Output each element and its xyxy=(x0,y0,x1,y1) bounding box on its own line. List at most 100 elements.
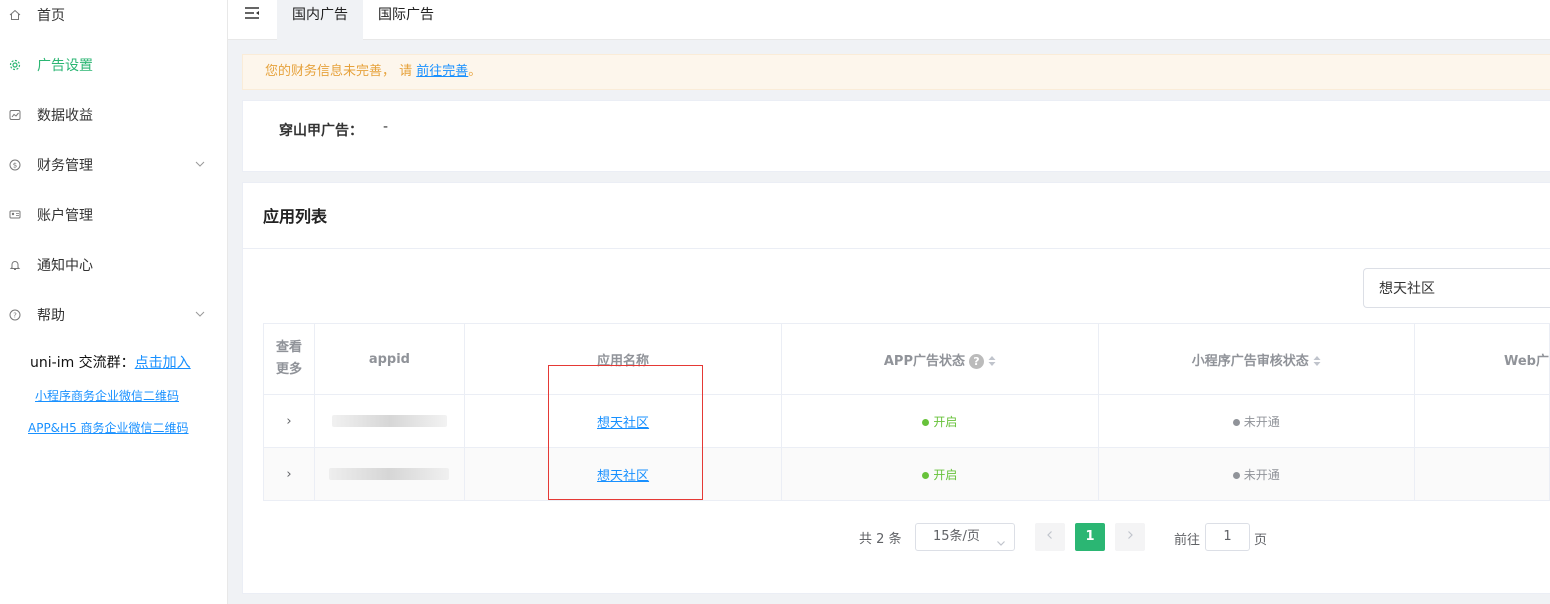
status-text: 未开通 xyxy=(1243,414,1280,429)
sidebar-item-ad-settings[interactable]: 广告设置 xyxy=(0,40,228,90)
chevron-down-icon xyxy=(996,532,1006,546)
next-page-button[interactable] xyxy=(1115,523,1145,551)
sidebar-item-label: 首页 xyxy=(37,8,65,24)
money-icon: $ xyxy=(8,158,22,172)
appid-redacted xyxy=(331,415,447,427)
complete-finance-link[interactable]: 前往完善 xyxy=(416,64,468,79)
pangolin-value: - xyxy=(383,119,389,135)
gear-icon xyxy=(8,58,22,72)
app-search-input[interactable] xyxy=(1363,268,1550,308)
tab-domestic-ads[interactable]: 国内广告 xyxy=(277,0,363,40)
status-badge: 未开通 xyxy=(1232,467,1280,482)
status-badge: 未开通 xyxy=(1232,414,1280,429)
page-size-value: 15条/页 xyxy=(933,529,980,544)
status-dot xyxy=(1232,471,1240,479)
status-badge: 开启 xyxy=(922,468,957,482)
app-name-cell: 想天社区 xyxy=(463,447,783,501)
appid-cell xyxy=(313,447,465,501)
app-name-link[interactable]: 想天社区 xyxy=(597,416,649,431)
svg-text:$: $ xyxy=(13,162,17,170)
page-number-current[interactable]: 1 xyxy=(1075,523,1105,551)
sidebar-item-label: 帮助 xyxy=(37,308,65,324)
question-icon[interactable]: ? xyxy=(968,353,984,369)
sidebar-item-data-revenue[interactable]: 数据收益 xyxy=(0,90,228,140)
page-size-select[interactable]: 15条/页 xyxy=(915,523,1015,551)
tab-international-ads[interactable]: 国际广告 xyxy=(363,0,449,40)
table-row: › 想天社区 开启 未开通 xyxy=(263,394,1550,448)
appid-cell xyxy=(313,394,465,448)
sidebar: 首页 广告设置 数据收益 $ 财务管理 账户管理 通知中心 ? 帮助 uni-i… xyxy=(0,0,228,604)
qq-group-line: uni-im 交流群：点击加入 xyxy=(30,352,191,372)
col-header-label: 查看更多 xyxy=(275,340,302,377)
prev-page-button[interactable] xyxy=(1035,523,1065,551)
expand-row-cell[interactable]: › xyxy=(263,447,315,501)
web-ad-status-cell xyxy=(1413,447,1550,501)
web-ad-status-cell xyxy=(1413,394,1550,448)
col-header-app-name: 应用名称 xyxy=(463,323,783,395)
col-header-web-ad-status: Web广 xyxy=(1413,323,1550,395)
sidebar-item-help[interactable]: ? 帮助 xyxy=(0,290,228,340)
app-table: 查看更多 appid 应用名称 APP广告状态? 小程序广告审核状态 Web广 … xyxy=(263,323,1550,501)
account-icon xyxy=(8,208,22,222)
sidebar-item-home[interactable]: 首页 xyxy=(0,0,228,40)
col-header-label: Web广 xyxy=(1503,353,1549,369)
sidebar-item-label: 财务管理 xyxy=(37,158,93,174)
status-badge: 开启 xyxy=(922,415,957,429)
chevron-down-icon xyxy=(194,308,206,320)
svg-text:?: ? xyxy=(13,312,17,320)
sidebar-item-label: 广告设置 xyxy=(37,58,93,74)
status-text: 开启 xyxy=(933,414,958,429)
chevron-right-icon[interactable]: › xyxy=(286,414,291,429)
app-list-header: 应用列表 xyxy=(243,183,1550,249)
status-dot xyxy=(922,418,930,426)
sort-icon[interactable] xyxy=(988,355,996,367)
app-ad-status-cell: 开启 xyxy=(781,394,1099,448)
finance-warning-alert: 您的财务信息未完善， 请 前往完善。 xyxy=(242,54,1550,90)
warning-text: 您的财务信息未完善， 请 xyxy=(265,64,417,79)
goto-page-input[interactable]: 1 xyxy=(1205,523,1250,551)
app-name-cell: 想天社区 xyxy=(463,394,783,448)
sidebar-item-label: 通知中心 xyxy=(37,258,93,274)
mp-wechat-qrcode-link[interactable]: 小程序商务企业微信二维码 xyxy=(35,387,179,404)
chevron-left-icon xyxy=(1047,531,1052,539)
chevron-right-icon[interactable]: › xyxy=(286,467,291,482)
pagination-total: 共 2 条 xyxy=(859,532,902,547)
col-header-label: 小程序广告审核状态 xyxy=(1191,353,1309,369)
status-dot xyxy=(922,471,930,479)
chevron-right-icon xyxy=(1128,531,1133,539)
appid-redacted xyxy=(329,468,450,480)
status-text: 未开通 xyxy=(1243,467,1280,482)
goto-suffix: 页 xyxy=(1254,533,1268,548)
bell-icon xyxy=(8,258,22,272)
mp-ad-status-cell: 未开通 xyxy=(1097,394,1415,448)
sidebar-item-notifications[interactable]: 通知中心 xyxy=(0,240,228,290)
chevron-down-icon xyxy=(194,158,206,170)
table-header-row: 查看更多 appid 应用名称 APP广告状态? 小程序广告审核状态 Web广 xyxy=(263,323,1550,395)
pangolin-label: 穿山甲广告： xyxy=(279,123,363,139)
pangolin-ads-card: 穿山甲广告： - xyxy=(242,100,1550,172)
app-h5-wechat-qrcode-link[interactable]: APP&H5 商务企业微信二维码 xyxy=(28,419,189,436)
col-header-app-ad-status[interactable]: APP广告状态? xyxy=(781,323,1099,395)
sidebar-item-finance[interactable]: $ 财务管理 xyxy=(0,140,228,190)
status-dot xyxy=(1232,418,1240,426)
help-icon: ? xyxy=(8,308,22,322)
menu-fold-icon[interactable] xyxy=(244,6,260,22)
col-header-mp-ad-status[interactable]: 小程序广告审核状态 xyxy=(1097,323,1415,395)
home-icon xyxy=(8,8,22,22)
goto-label: 前往 xyxy=(1174,533,1201,548)
sidebar-item-label: 账户管理 xyxy=(37,208,93,224)
app-name-link[interactable]: 想天社区 xyxy=(597,469,649,484)
chart-icon xyxy=(8,108,22,122)
status-text: 开启 xyxy=(933,467,958,482)
sidebar-item-label: 数据收益 xyxy=(37,108,93,124)
app-list-title: 应用列表 xyxy=(263,207,328,226)
sort-icon[interactable] xyxy=(1313,355,1321,367)
col-header-label: APP广告状态 xyxy=(883,353,965,369)
qq-group-label: uni-im 交流群： xyxy=(30,355,135,371)
qq-group-join-link[interactable]: 点击加入 xyxy=(135,355,191,371)
sidebar-item-account[interactable]: 账户管理 xyxy=(0,190,228,240)
col-header-appid: appid xyxy=(313,323,465,395)
table-row: › 想天社区 开启 未开通 xyxy=(263,447,1550,501)
expand-row-cell[interactable]: › xyxy=(263,394,315,448)
mp-ad-status-cell: 未开通 xyxy=(1097,447,1415,501)
